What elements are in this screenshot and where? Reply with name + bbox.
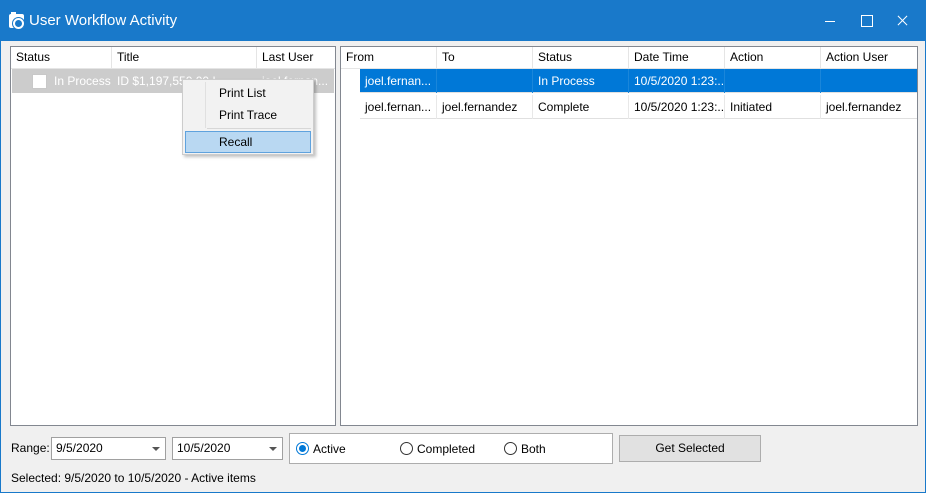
row-checkbox[interactable] bbox=[32, 74, 47, 89]
radio-button-icon[interactable] bbox=[504, 442, 517, 455]
row-status: In Process bbox=[533, 69, 629, 93]
column-header-action-user[interactable]: Action User bbox=[821, 47, 917, 69]
window-title: User Workflow Activity bbox=[29, 12, 178, 29]
radio-both[interactable]: Both bbox=[504, 442, 546, 458]
range-label: Range: bbox=[11, 441, 50, 455]
row-action-user: joel.fernandez bbox=[826, 100, 902, 114]
title-bar[interactable]: User Workflow Activity bbox=[1, 1, 925, 41]
menu-item-recall[interactable]: Recall bbox=[185, 131, 311, 153]
row-action: Initiated bbox=[725, 95, 821, 119]
radio-button-icon[interactable] bbox=[400, 442, 413, 455]
workflow-list-header: Status Title Last User bbox=[11, 47, 335, 69]
get-selected-button[interactable]: Get Selected bbox=[619, 435, 761, 462]
column-header-action[interactable]: Action bbox=[725, 47, 821, 69]
menu-item-print-list[interactable]: Print List bbox=[185, 82, 311, 104]
range-from-value: 9/5/2020 bbox=[56, 441, 103, 455]
row-action bbox=[725, 69, 821, 93]
trace-list[interactable]: From To Status Date Time Action Action U… bbox=[340, 46, 918, 426]
range-to-dropdown[interactable]: 10/5/2020 bbox=[172, 437, 283, 460]
close-button[interactable] bbox=[885, 1, 921, 41]
menu-separator bbox=[207, 128, 311, 129]
status-text: Selected: 9/5/2020 to 10/5/2020 - Active… bbox=[11, 471, 256, 485]
row-status: Complete bbox=[533, 95, 629, 119]
row-from: joel.fernan... bbox=[360, 69, 437, 93]
column-header-status[interactable]: Status bbox=[11, 47, 112, 69]
row-date-time: 10/5/2020 1:23:... bbox=[629, 95, 725, 119]
menu-item-print-trace[interactable]: Print Trace bbox=[185, 104, 311, 126]
trace-row[interactable]: joel.fernan... joel.fernandez Complete 1… bbox=[360, 95, 917, 119]
column-header-date-time[interactable]: Date Time bbox=[629, 47, 725, 69]
radio-both-label: Both bbox=[521, 442, 546, 456]
column-header-title[interactable]: Title bbox=[112, 47, 257, 69]
chevron-down-icon[interactable] bbox=[269, 447, 277, 451]
trace-list-header: From To Status Date Time Action Action U… bbox=[341, 47, 917, 69]
chevron-down-icon[interactable] bbox=[152, 447, 160, 451]
camera-icon bbox=[9, 12, 24, 29]
radio-completed-label: Completed bbox=[417, 442, 476, 456]
row-date-time: 10/5/2020 1:23:... bbox=[629, 69, 725, 93]
row-to bbox=[437, 69, 533, 93]
minimize-button[interactable] bbox=[813, 1, 849, 41]
column-header-last-user[interactable]: Last User bbox=[257, 47, 335, 69]
row-to: joel.fernandez bbox=[437, 95, 533, 119]
row-status: In Process bbox=[54, 74, 111, 88]
column-header-from[interactable]: From bbox=[341, 47, 437, 69]
user-workflow-activity-window: User Workflow Activity Status Title Last… bbox=[0, 0, 926, 493]
radio-active-label: Active bbox=[313, 442, 346, 456]
range-to-value: 10/5/2020 bbox=[177, 441, 231, 455]
radio-button-icon[interactable] bbox=[296, 442, 309, 455]
column-header-status[interactable]: Status bbox=[533, 47, 629, 69]
range-from-dropdown[interactable]: 9/5/2020 bbox=[51, 437, 166, 460]
radio-completed[interactable]: Completed bbox=[400, 442, 475, 458]
context-menu: Print List Print Trace Recall bbox=[182, 79, 314, 155]
maximize-button[interactable] bbox=[849, 1, 885, 41]
column-header-to[interactable]: To bbox=[437, 47, 533, 69]
filter-radio-group: Active Completed Both bbox=[289, 433, 613, 464]
trace-row[interactable]: joel.fernan... In Process 10/5/2020 1:23… bbox=[360, 69, 917, 93]
radio-active[interactable]: Active bbox=[296, 442, 346, 458]
row-from: joel.fernan... bbox=[360, 95, 437, 119]
row-action-user bbox=[821, 69, 917, 93]
